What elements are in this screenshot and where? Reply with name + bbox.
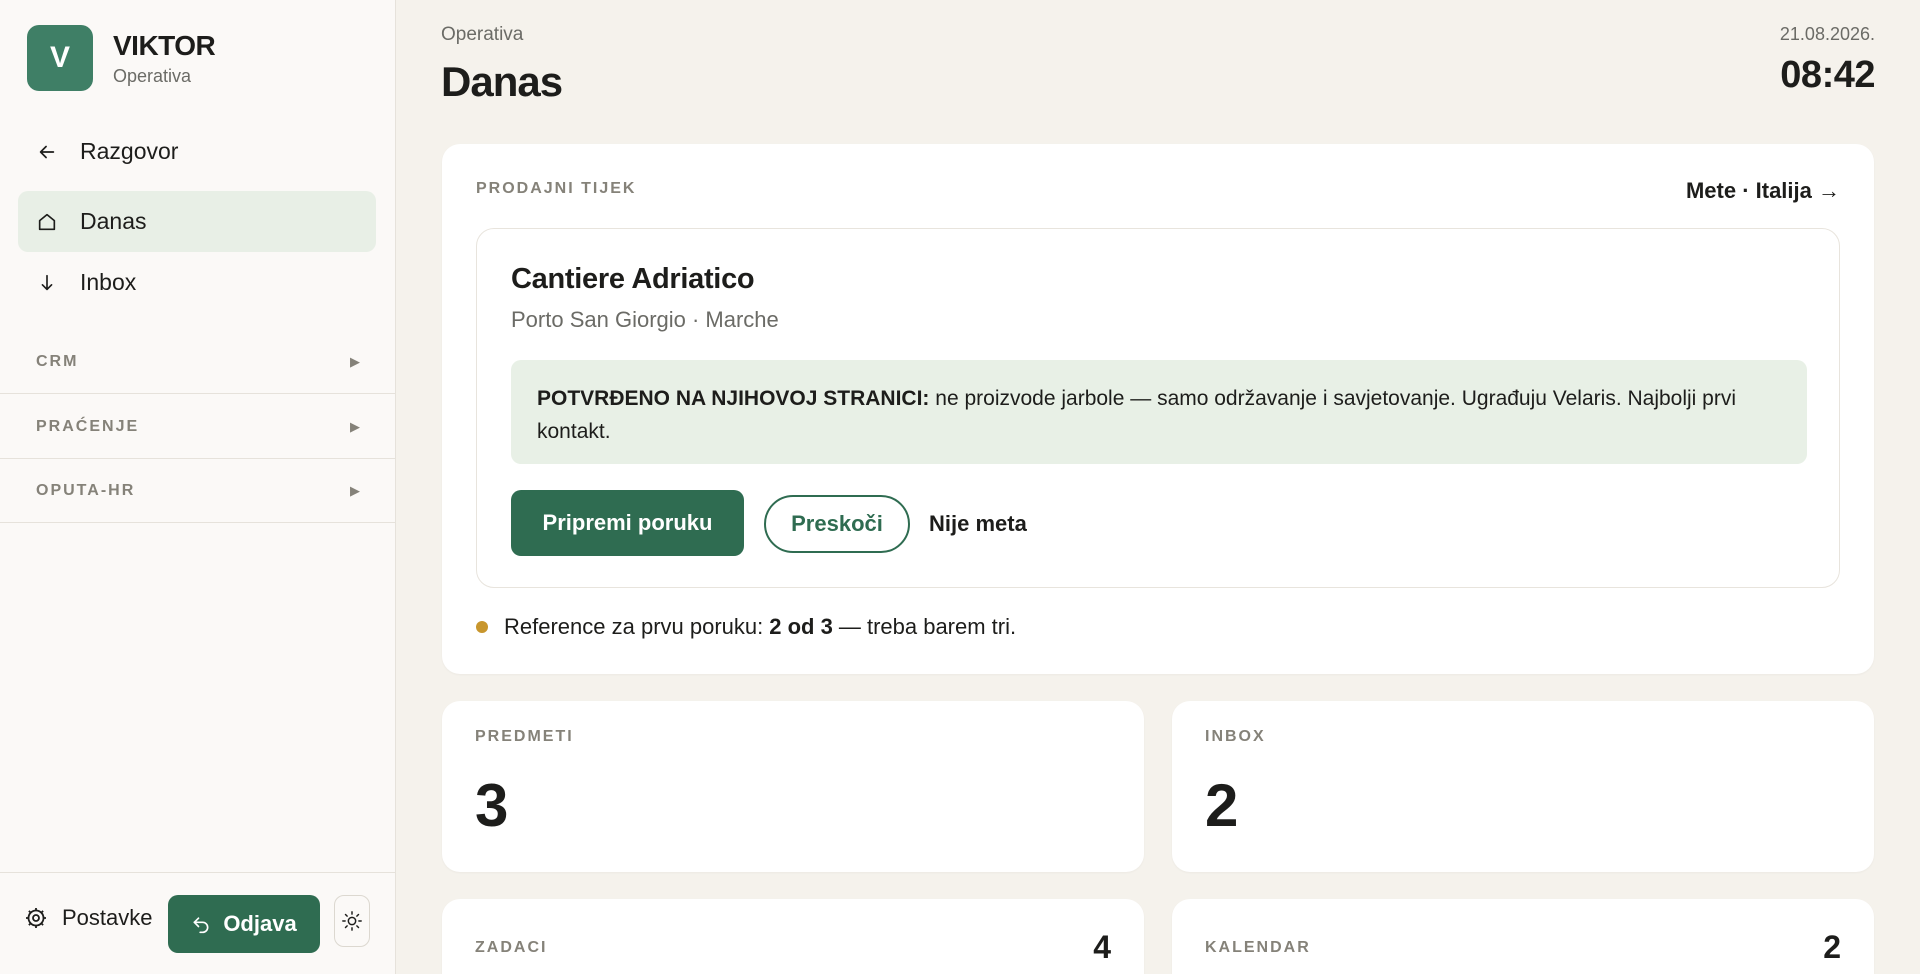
stat-value: 2 bbox=[1205, 772, 1239, 839]
stat-value: 3 bbox=[475, 772, 509, 839]
section-pracenje[interactable]: PRAĆENJE ▶ bbox=[0, 395, 396, 459]
reference-prefix: Reference za prvu poruku: bbox=[504, 614, 764, 639]
sales-pipeline-card: PRODAJNI TIJEK Mete · Italija → Cantiere… bbox=[442, 144, 1874, 674]
card-label: INBOX bbox=[1205, 728, 1266, 745]
section-label: CRM bbox=[36, 352, 79, 370]
brand-logo: V bbox=[27, 25, 93, 91]
card-label: PRODAJNI TIJEK bbox=[476, 180, 637, 197]
section-label: PRAĆENJE bbox=[36, 417, 140, 435]
reference-count: 2 od 3 bbox=[769, 614, 833, 639]
settings-label: Postavke bbox=[62, 905, 153, 930]
note-heading: POTVRĐENO NA NJIHOVOJ STRANICI: bbox=[537, 387, 930, 410]
sidebar: V VIKTOR Operativa Razgovor Danas Inbox … bbox=[0, 0, 396, 974]
brand: V VIKTOR Operativa bbox=[27, 25, 216, 91]
summary-count: 2 bbox=[1823, 929, 1841, 965]
theme-toggle-button[interactable] bbox=[334, 895, 370, 947]
reference-suffix: — treba barem tri. bbox=[838, 614, 1017, 639]
undo-icon bbox=[193, 917, 209, 934]
brand-name: VIKTOR bbox=[113, 29, 216, 61]
summary-card-kalendar[interactable]: KALENDAR 2 bbox=[1172, 899, 1874, 974]
lead-note: POTVRĐENO NA NJIHOVOJ STRANICI: ne proiz… bbox=[511, 360, 1807, 464]
triangle-right-icon: ▶ bbox=[350, 353, 360, 369]
nav-item-label: Danas bbox=[80, 208, 147, 234]
arrow-left-icon bbox=[36, 141, 58, 163]
skip-button[interactable]: Preskoči bbox=[764, 495, 910, 553]
card-label: ZADACI bbox=[475, 939, 548, 956]
status-dot bbox=[476, 621, 488, 633]
section-oputa-hr[interactable]: OPUTA-HR ▶ bbox=[0, 459, 396, 523]
nav-item-label: Inbox bbox=[80, 269, 137, 295]
reference-status: Reference za prvu poruku: 2 od 3 — treba… bbox=[476, 614, 1016, 640]
prepare-message-button[interactable]: Pripremi poruku bbox=[511, 490, 744, 556]
stat-card-predmeti[interactable]: PREDMETI 3 bbox=[442, 701, 1144, 872]
section-crm[interactable]: CRM ▶ bbox=[0, 330, 396, 394]
gear-icon bbox=[26, 908, 46, 928]
lead-location: Porto San Giorgio · Marche bbox=[511, 307, 779, 332]
nav-item-inbox[interactable]: Inbox bbox=[18, 252, 376, 313]
logout-label: Odjava bbox=[223, 911, 297, 936]
lead-card: Cantiere Adriatico Porto San Giorgio · M… bbox=[476, 228, 1840, 588]
arrow-down-icon bbox=[36, 272, 58, 294]
page-title: Danas bbox=[441, 58, 563, 105]
section-label: OPUTA-HR bbox=[36, 481, 136, 499]
sun-icon bbox=[342, 911, 362, 931]
sidebar-footer: Postavke Odjava bbox=[0, 872, 396, 974]
card-label: KALENDAR bbox=[1205, 939, 1311, 956]
nav-item-label: Razgovor bbox=[80, 138, 179, 164]
not-target-button[interactable]: Nije meta bbox=[929, 495, 1027, 553]
brand-subtitle: Operativa bbox=[113, 65, 192, 86]
settings-link[interactable]: Postavke bbox=[24, 905, 153, 931]
targets-italy-link[interactable]: Mete · Italija → bbox=[1686, 178, 1840, 204]
lead-name: Cantiere Adriatico bbox=[511, 263, 755, 295]
triangle-right-icon: ▶ bbox=[350, 482, 360, 498]
stat-card-inbox[interactable]: INBOX 2 bbox=[1172, 701, 1874, 872]
current-time: 08:42 bbox=[1780, 54, 1875, 96]
card-label: PREDMETI bbox=[475, 728, 574, 745]
nav-item-razgovor[interactable]: Razgovor bbox=[18, 121, 376, 182]
summary-card-zadaci[interactable]: ZADACI 4 bbox=[442, 899, 1144, 974]
home-icon bbox=[36, 211, 58, 233]
current-date: 21.08.2026. bbox=[1779, 24, 1875, 44]
breadcrumb: Operativa bbox=[441, 24, 524, 45]
logout-button[interactable]: Odjava bbox=[168, 895, 320, 953]
triangle-right-icon: ▶ bbox=[350, 418, 360, 434]
summary-count: 4 bbox=[1093, 929, 1111, 965]
nav-item-danas[interactable]: Danas bbox=[18, 191, 376, 252]
